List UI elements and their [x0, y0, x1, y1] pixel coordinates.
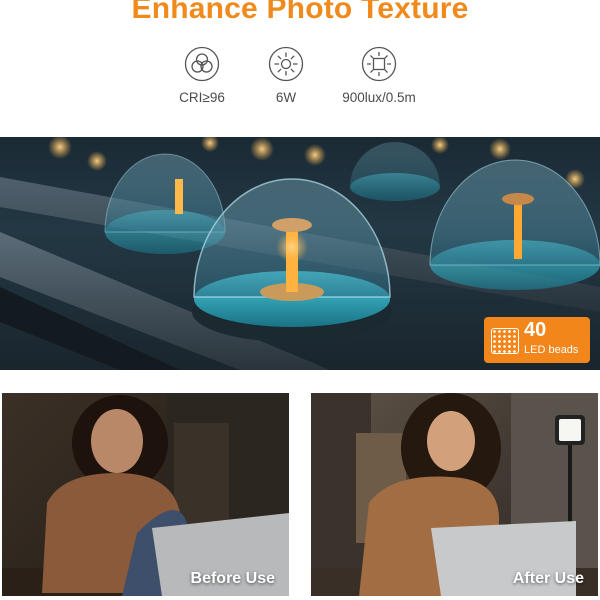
before-caption: Before Use — [190, 570, 275, 587]
page-title: Enhance Photo Texture — [131, 0, 469, 25]
color-circles-icon — [184, 46, 220, 82]
spec-label: 900lux/0.5m — [342, 90, 416, 105]
led-count: 40 — [524, 319, 547, 341]
led-beads-badge: 40 LED beads — [484, 317, 590, 363]
after-illustration — [311, 393, 598, 596]
before-illustration — [2, 393, 289, 596]
after-caption: After Use — [512, 570, 584, 587]
sun-icon — [268, 46, 304, 82]
brightness-square-icon — [361, 46, 397, 82]
led-label: LED beads — [524, 344, 579, 356]
after-photo: After Use — [311, 393, 598, 596]
hero-image: 40 LED beads — [0, 137, 600, 370]
spec-brightness: 900lux/0.5m — [319, 46, 439, 105]
led-chip-icon — [491, 328, 519, 354]
before-photo: Before Use — [2, 393, 289, 596]
